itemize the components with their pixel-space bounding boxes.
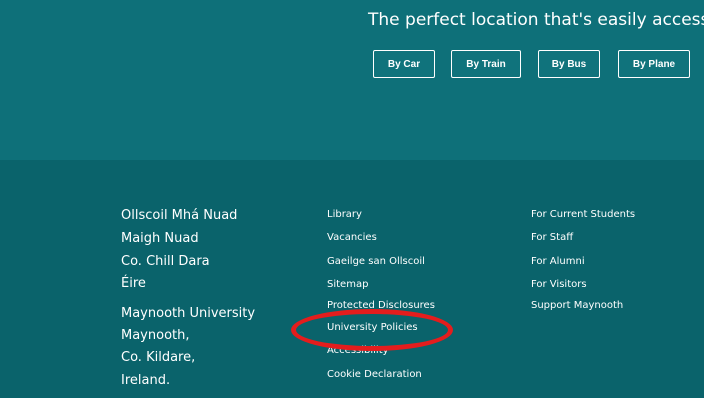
address-english-line-4: Ireland. bbox=[121, 373, 171, 388]
link-library[interactable]: Library bbox=[327, 209, 362, 220]
link-protected-disclosures[interactable]: Protected Disclosures bbox=[327, 300, 435, 311]
by-train-button[interactable]: By Train bbox=[451, 50, 521, 78]
link-for-alumni[interactable]: For Alumni bbox=[531, 256, 585, 267]
link-cookie-declaration[interactable]: Cookie Declaration bbox=[327, 369, 422, 380]
address-english-line-1: Maynooth University bbox=[121, 306, 256, 321]
address-english-line-3: Co. Kildare, bbox=[121, 350, 196, 365]
by-car-button[interactable]: By Car bbox=[373, 50, 435, 78]
address-irish-line-1: Ollscoil Mhá Nuad bbox=[121, 208, 238, 223]
link-for-staff[interactable]: For Staff bbox=[531, 232, 573, 243]
link-for-current-students[interactable]: For Current Students bbox=[531, 209, 635, 220]
link-support-maynooth[interactable]: Support Maynooth bbox=[531, 300, 623, 311]
right-gutter bbox=[704, 0, 720, 398]
link-for-visitors[interactable]: For Visitors bbox=[531, 279, 587, 290]
link-vacancies[interactable]: Vacancies bbox=[327, 232, 377, 243]
address-irish-line-4: Éire bbox=[121, 276, 146, 291]
link-university-policies[interactable]: University Policies bbox=[327, 322, 418, 333]
link-sitemap[interactable]: Sitemap bbox=[327, 279, 368, 290]
hero-section: The perfect location that's easily acces… bbox=[0, 0, 720, 160]
link-accessibility[interactable]: Accessibility bbox=[327, 345, 389, 356]
address-irish-line-2: Maigh Nuad bbox=[121, 231, 199, 246]
by-plane-button[interactable]: By Plane bbox=[618, 50, 690, 78]
link-gaeilge-san-ollscoil[interactable]: Gaeilge san Ollscoil bbox=[327, 256, 425, 267]
address-english-line-2: Maynooth, bbox=[121, 328, 190, 343]
hero-headline: The perfect location that's easily acces… bbox=[368, 10, 720, 30]
address-irish-line-3: Co. Chill Dara bbox=[121, 254, 210, 269]
by-bus-button[interactable]: By Bus bbox=[538, 50, 600, 78]
